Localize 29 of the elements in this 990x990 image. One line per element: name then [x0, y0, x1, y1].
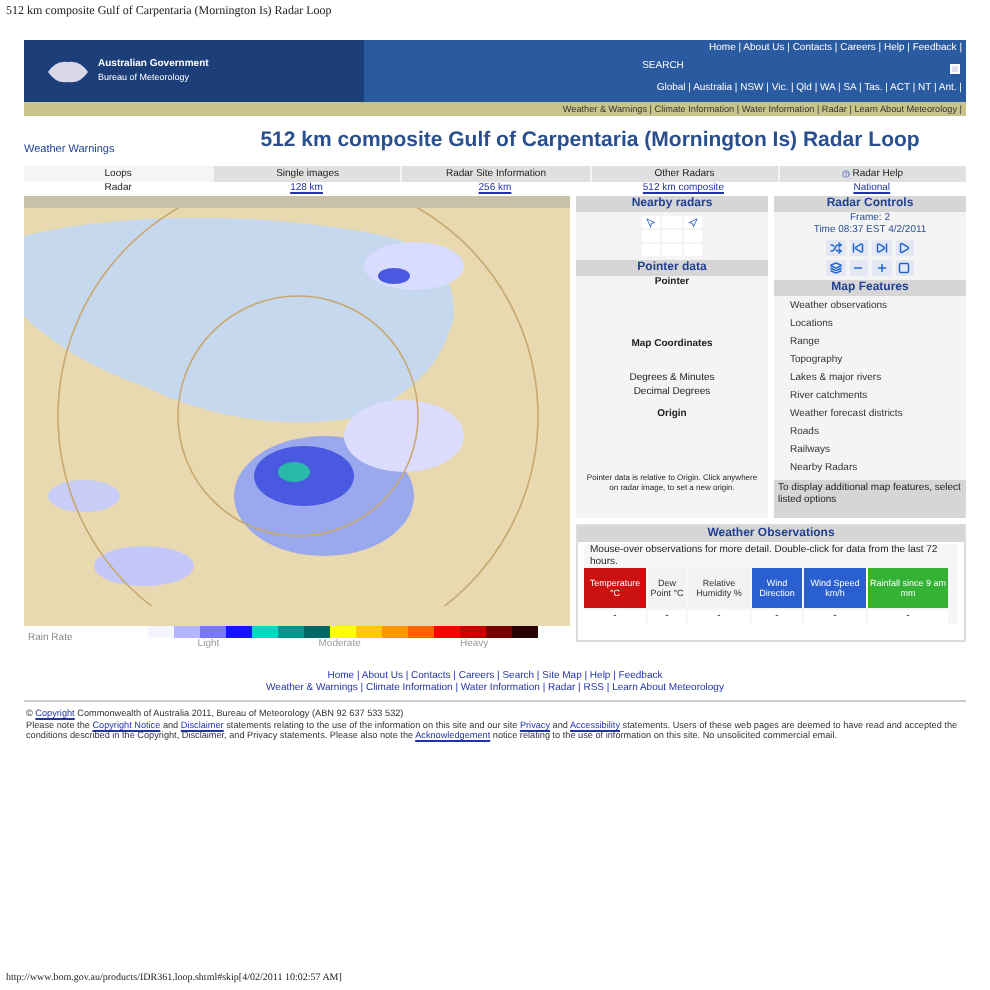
radar-cell[interactable] [683, 230, 702, 243]
page-title: 512 km composite Gulf of Carpentaria (Mornington Is) Radar Loop [258, 128, 922, 153]
radar-cell[interactable] [642, 230, 661, 243]
control-button[interactable] [895, 260, 914, 277]
help-icon [842, 170, 851, 179]
control-button[interactable] [826, 240, 845, 257]
stop-icon [898, 262, 911, 275]
skip-back-icon [852, 242, 865, 255]
search-button[interactable] [950, 63, 960, 73]
control-button[interactable] [872, 240, 891, 257]
crest-icon [44, 57, 92, 85]
control-button[interactable] [826, 260, 845, 277]
layers-icon [829, 262, 842, 275]
arrow-icon [646, 217, 657, 228]
radar-cell[interactable] [683, 244, 702, 257]
play-icon [898, 242, 911, 255]
arrow-icon [687, 217, 698, 228]
minus-icon [852, 262, 865, 275]
radar-cell[interactable] [683, 216, 702, 229]
skip-forward-icon [875, 242, 888, 255]
shuffle-icon [829, 242, 842, 255]
radar-cell[interactable] [642, 244, 661, 257]
control-button[interactable] [849, 240, 868, 257]
control-button[interactable] [872, 260, 891, 277]
radar-cell[interactable] [662, 244, 682, 257]
radar-cell[interactable] [642, 216, 661, 229]
control-button[interactable] [849, 260, 868, 277]
plus-icon [875, 262, 888, 275]
control-button[interactable] [895, 240, 914, 257]
